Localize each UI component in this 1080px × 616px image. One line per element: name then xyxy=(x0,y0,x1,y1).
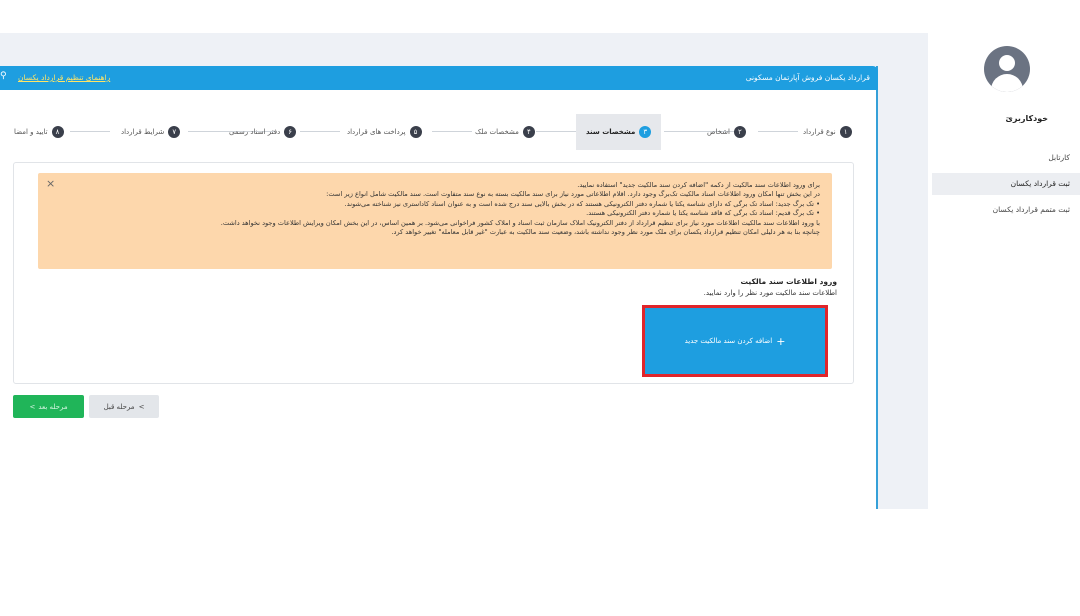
step-label: مشخصات ملک xyxy=(475,128,519,136)
previous-step-label: مرحله قبل xyxy=(103,402,135,411)
step-number: ۷ xyxy=(168,126,181,138)
help-guide-link[interactable]: راهنمای تنظیم قرارداد یکسان xyxy=(18,73,110,82)
section-title: ورود اطلاعات سند مالکیت xyxy=(740,277,837,286)
alert-text-line: • تک برگ جدید: اسناد تک برگی که دارای شن… xyxy=(344,199,820,208)
search-icon[interactable]: ⚲ xyxy=(0,71,7,81)
user-avatar-icon[interactable] xyxy=(984,46,1030,92)
step-connector xyxy=(300,131,340,132)
step-connector xyxy=(70,131,110,132)
sidebar-item-register-amendment[interactable]: ثبت متمم قرارداد یکسان xyxy=(932,199,1080,221)
alert-text-line: با ورود اطلاعات سند مالکیت اطلاعات مورد … xyxy=(220,218,820,227)
step-label: مشخصات سند xyxy=(586,128,636,136)
step-connector xyxy=(758,131,798,132)
step-label: پرداخت های قرارداد xyxy=(347,128,406,136)
section-description: اطلاعات سند مالکیت مورد نظر را وارد نمای… xyxy=(703,289,837,297)
contract-wizard-card: قرارداد یکسان فروش آپارتمان مسکونی ⚲ راه… xyxy=(0,66,878,509)
add-deed-label: اضافه کردن سند مالکیت جدید xyxy=(684,337,773,345)
page-title: قرارداد یکسان فروش آپارتمان مسکونی xyxy=(745,73,870,82)
chevron-left-icon: > xyxy=(29,402,36,411)
step-number: ۲ xyxy=(733,126,746,138)
user-name-separator: - xyxy=(1006,113,1010,123)
step-number: ۳ xyxy=(639,126,652,138)
plus-icon: + xyxy=(776,334,786,348)
add-deed-button[interactable]: + اضافه کردن سند مالکیت جدید xyxy=(642,305,828,377)
sidebar-item-register-contract[interactable]: ثبت قرارداد یکسان xyxy=(932,173,1080,195)
step-deed-details[interactable]: ۳ مشخصات سند xyxy=(576,114,662,150)
step-label: نوع قرارداد xyxy=(803,128,836,136)
chevron-right-icon: > xyxy=(138,402,145,411)
step-connector xyxy=(432,131,472,132)
step-confirm-sign[interactable]: ۸ تایید و امضا xyxy=(14,114,64,150)
next-step-label: مرحله بعد xyxy=(38,402,68,411)
step-number: ۸ xyxy=(51,126,64,138)
next-step-button[interactable]: مرحله بعد > xyxy=(13,395,84,418)
step-contract-type[interactable]: ۱ نوع قرارداد xyxy=(803,114,852,150)
step-number: ۶ xyxy=(284,126,297,138)
step-number: ۴ xyxy=(522,126,535,138)
step-contract-terms[interactable]: ۷ شرایط قرارداد xyxy=(121,114,181,150)
alert-text-line: • تک برگ قدیم: اسناد تک برگی که فاقد شنا… xyxy=(586,209,820,218)
wizard-stepper: ۱ نوع قرارداد ۲ اشخاص ۳ مشخصات سند ۴ مشخ… xyxy=(0,114,878,150)
step-label: شرایط قرارداد xyxy=(121,128,165,136)
alert-text-line: چنانچه بنا به هر دلیلی امکان تنظیم قرارد… xyxy=(391,228,820,237)
step-notary-office[interactable]: ۶ دفتر اسناد رسمی xyxy=(229,114,297,150)
step-number: ۱ xyxy=(839,126,852,138)
sidebar-item-dashboard[interactable]: کارتابل xyxy=(932,147,1080,169)
step-number: ۵ xyxy=(409,126,422,138)
card-header: قرارداد یکسان فروش آپارتمان مسکونی ⚲ راه… xyxy=(0,66,878,90)
step-label: تایید و امضا xyxy=(14,128,48,136)
step-payments[interactable]: ۵ پرداخت های قرارداد xyxy=(347,114,422,150)
sidebar xyxy=(928,33,1080,509)
alert-text-line: در این بخش تنها امکان ورود اطلاعات اسناد… xyxy=(326,190,820,199)
step-connector xyxy=(536,131,576,132)
close-icon[interactable]: × xyxy=(46,177,55,190)
user-name: خودکاربری xyxy=(1005,114,1048,123)
step-label: اشخاص xyxy=(707,128,730,136)
alert-text-line: برای ورود اطلاعات سند مالکیت از دکمه "اض… xyxy=(577,181,820,189)
step-label: دفتر اسناد رسمی xyxy=(229,128,281,136)
info-alert: × برای ورود اطلاعات سند مالکیت از دکمه "… xyxy=(38,173,832,269)
previous-step-button[interactable]: > مرحله قبل xyxy=(89,395,159,418)
step-property-details[interactable]: ۴ مشخصات ملک xyxy=(475,114,535,150)
step-persons[interactable]: ۲ اشخاص xyxy=(707,114,746,150)
deed-details-panel: × برای ورود اطلاعات سند مالکیت از دکمه "… xyxy=(13,162,854,384)
